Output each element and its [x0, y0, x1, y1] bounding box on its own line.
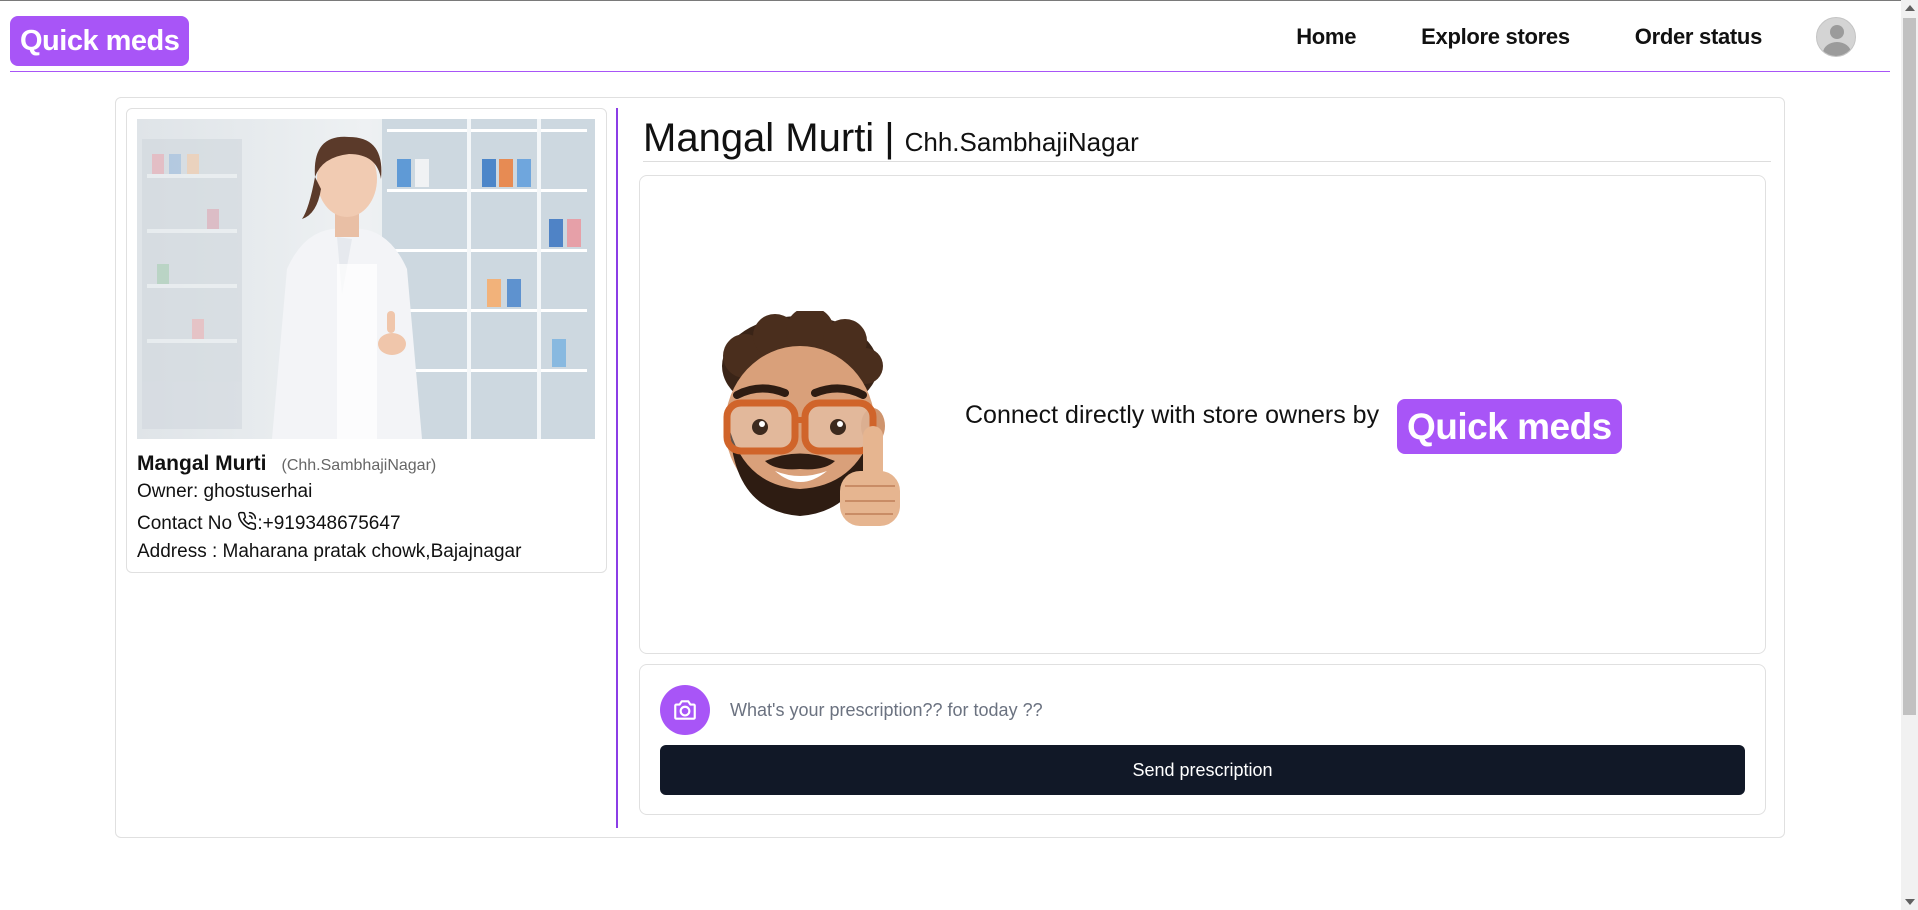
header-separator: | [884, 116, 895, 160]
scroll-down-arrow-icon[interactable] [1905, 899, 1915, 905]
store-name-row: Mangal Murti (Chh.SambhajiNagar) [137, 452, 436, 476]
nav-links: Home Explore stores Order status [1231, 1, 1890, 72]
navbar: Quick meds Home Explore stores Order sta… [10, 1, 1890, 72]
contact-label: Contact No [137, 513, 233, 534]
header-store-name: Mangal Murti [643, 116, 875, 160]
page-scrollbar[interactable] [1901, 0, 1918, 910]
nav-link-explore-stores[interactable]: Explore stores [1421, 24, 1570, 50]
store-city: (Chh.SambhajiNagar) [281, 457, 437, 474]
store-owner: Owner: ghostuserhai [137, 481, 313, 502]
store-contact: Contact No :+919348675647 [137, 511, 401, 535]
memoji-thumbs-up-icon [722, 311, 900, 526]
phone-icon [238, 511, 257, 530]
prescription-input[interactable] [730, 693, 1740, 727]
nav-link-order-status[interactable]: Order status [1635, 24, 1763, 50]
store-name: Mangal Murti [137, 452, 267, 475]
store-header: Mangal Murti | Chh.SambhajiNagar [643, 116, 1771, 162]
store-page-card: Mangal Murti (Chh.SambhajiNagar) Owner: … [115, 97, 1785, 838]
nav-link-home[interactable]: Home [1296, 24, 1356, 50]
vertical-divider [616, 108, 618, 828]
camera-icon [674, 700, 696, 720]
promo-text: Connect directly with store owners by [965, 401, 1380, 429]
store-photo [137, 119, 595, 439]
scroll-up-arrow-icon[interactable] [1905, 5, 1915, 11]
promo-box: Connect directly with store owners by Qu… [639, 175, 1766, 654]
store-address: Address : Maharana pratak chowk,Bajajnag… [137, 541, 522, 562]
prescription-box: Send prescription [639, 664, 1766, 815]
promo-logo: Quick meds [1397, 399, 1622, 454]
user-avatar-icon[interactable] [1816, 16, 1856, 57]
contact-value: :+919348675647 [257, 513, 401, 534]
logo[interactable]: Quick meds [10, 16, 190, 66]
scroll-thumb[interactable] [1903, 18, 1916, 715]
header-store-city: Chh.SambhajiNagar [904, 127, 1139, 157]
camera-upload-button[interactable] [660, 685, 710, 735]
send-prescription-button[interactable]: Send prescription [660, 745, 1745, 795]
store-info-card: Mangal Murti (Chh.SambhajiNagar) Owner: … [126, 108, 607, 573]
